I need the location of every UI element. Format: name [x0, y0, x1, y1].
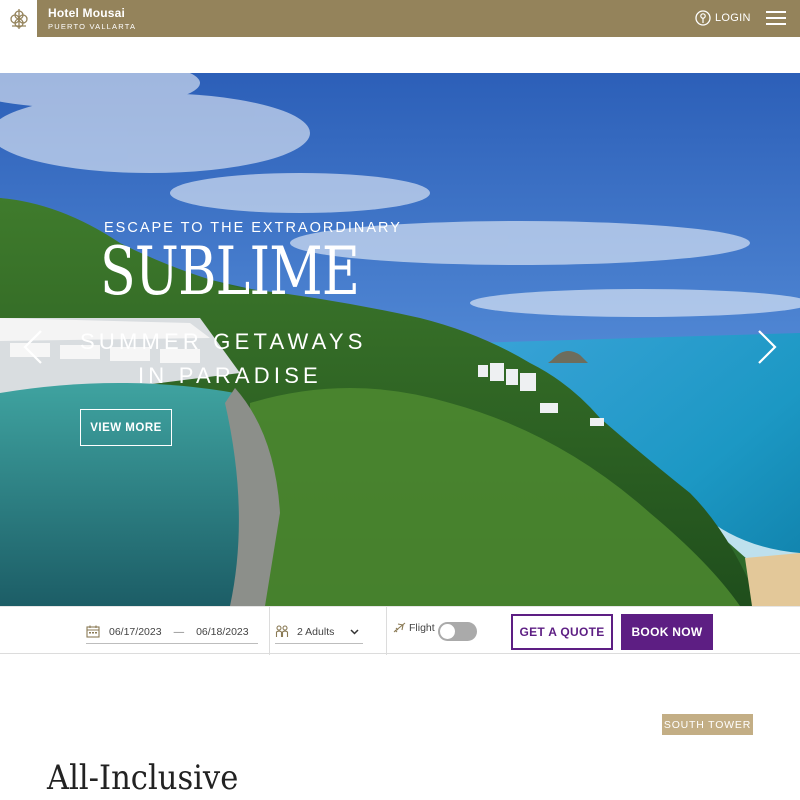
- guests-icon: [275, 625, 289, 637]
- logo[interactable]: [0, 0, 37, 37]
- divider: [386, 607, 387, 655]
- brand-name: Hotel Mousai: [48, 6, 126, 20]
- get-quote-button[interactable]: GET A QUOTE: [511, 614, 613, 650]
- check-out-date: 06/18/2023: [196, 625, 249, 638]
- guests-select[interactable]: 2 Adults: [275, 620, 363, 644]
- chevron-left-icon[interactable]: [22, 329, 44, 365]
- brand-location: PUERTO VALLARTA: [48, 22, 137, 31]
- date-separator: —: [173, 625, 185, 638]
- user-icon: [695, 10, 711, 26]
- hamburger-menu-icon[interactable]: [766, 11, 788, 27]
- guests-value: 2 Adults: [297, 625, 335, 638]
- chevron-down-icon: [350, 628, 359, 635]
- view-more-button[interactable]: VIEW MORE: [80, 409, 172, 446]
- ornament-logo-icon: [9, 8, 28, 29]
- flight-label: Flight: [409, 621, 435, 634]
- brand[interactable]: Hotel Mousai PUERTO VALLARTA: [48, 6, 137, 32]
- date-range-picker[interactable]: 06/17/2023 — 06/18/2023: [86, 620, 258, 644]
- section-title: All-Inclusive: [47, 758, 239, 798]
- hero-headline: SUBLIME: [100, 233, 360, 310]
- calendar-icon: [86, 625, 100, 638]
- hero-subline-2: IN PARADISE: [138, 363, 322, 388]
- airplane-icon: [393, 622, 406, 633]
- check-in-date: 06/17/2023: [109, 625, 162, 638]
- booking-bar: 06/17/2023 — 06/18/2023 2 Adults Flight …: [0, 606, 800, 655]
- chevron-right-icon[interactable]: [756, 329, 778, 365]
- hero-banner: ESCAPE TO THE EXTRAORDINARY SUBLIME SUMM…: [0, 73, 800, 606]
- divider: [269, 607, 270, 655]
- tower-badge: SOUTH TOWER: [662, 714, 753, 735]
- login-button[interactable]: LOGIN: [695, 10, 751, 26]
- book-now-button[interactable]: BOOK NOW: [621, 614, 713, 650]
- hero-subline-1: SUMMER GETAWAYS: [80, 329, 367, 354]
- site-header: Hotel Mousai PUERTO VALLARTA LOGIN: [0, 0, 800, 37]
- login-label: LOGIN: [715, 12, 751, 24]
- flight-option: Flight: [393, 621, 435, 634]
- flight-toggle[interactable]: [438, 622, 477, 641]
